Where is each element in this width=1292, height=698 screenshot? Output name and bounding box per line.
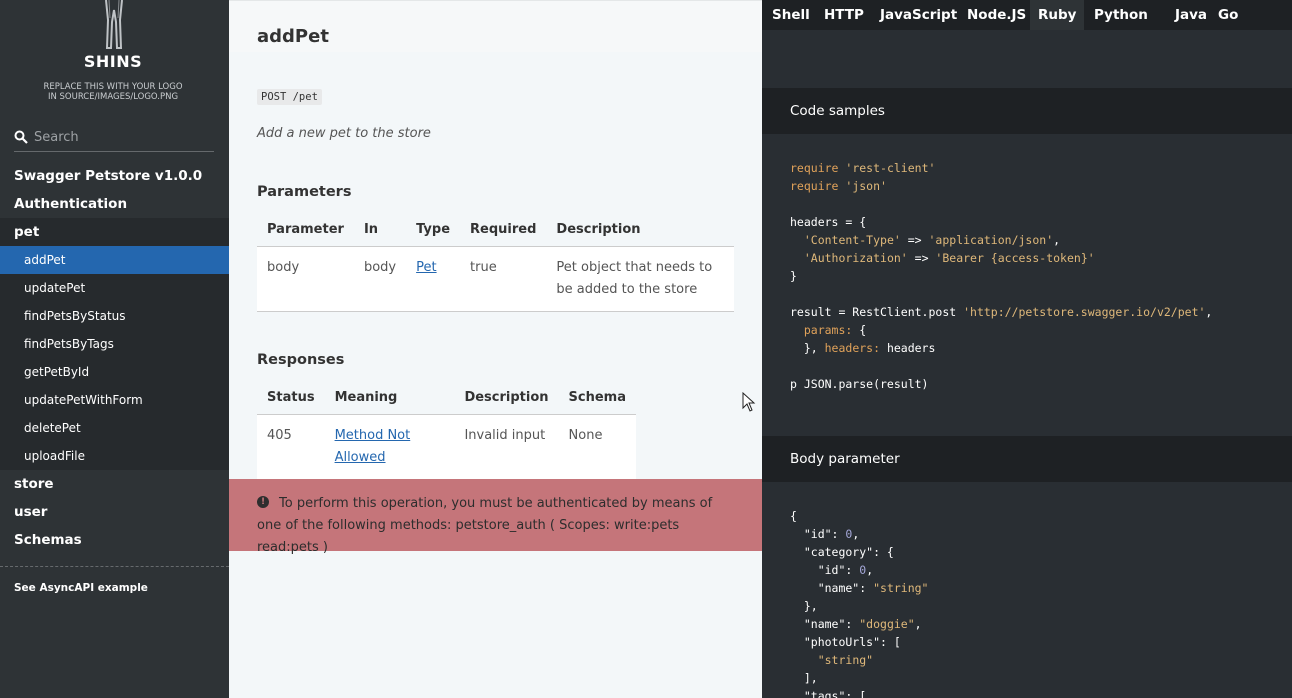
search-box bbox=[14, 126, 214, 152]
language-tabs: Shell HTTP JavaScript Node.JS Ruby Pytho… bbox=[762, 0, 1292, 30]
toc-schemas[interactable]: Schemas bbox=[0, 526, 229, 554]
param-description-cell: Pet object that needs to be added to the… bbox=[546, 246, 734, 312]
auth-notice: ! To perform this operation, you must be … bbox=[229, 479, 762, 555]
auth-notice-text: To perform this operation, you must be a… bbox=[257, 496, 713, 555]
code-panel: Shell HTTP JavaScript Node.JS Ruby Pytho… bbox=[762, 0, 1292, 698]
sidebar-divider bbox=[0, 566, 229, 567]
table-header-row: Parameter In Type Required Description bbox=[257, 214, 734, 247]
toc-item-getpetbyid[interactable]: getPetById bbox=[0, 358, 229, 386]
tab-javascript[interactable]: JavaScript bbox=[872, 0, 965, 30]
endpoint-path: POST /pet bbox=[257, 89, 322, 105]
endpoint-description: Add a new pet to the store bbox=[257, 126, 431, 141]
parameters-heading: Parameters bbox=[257, 184, 352, 200]
param-in-cell: body bbox=[353, 246, 407, 312]
table-header-row: Status Meaning Description Schema bbox=[257, 382, 636, 415]
toc-item-findpetsbystatus[interactable]: findPetsByStatus bbox=[0, 302, 229, 330]
column-header: Required bbox=[460, 214, 547, 247]
status-cell: 405 bbox=[257, 414, 325, 480]
responses-heading: Responses bbox=[257, 352, 345, 368]
toc-authentication[interactable]: Authentication bbox=[0, 190, 229, 218]
exclamation-icon: ! bbox=[257, 495, 269, 508]
logo: SHINS REPLACE THIS WITH YOUR LOGO IN SOU… bbox=[0, 0, 229, 110]
column-header: Status bbox=[257, 382, 325, 415]
method-not-allowed-link[interactable]: Method Not Allowed bbox=[335, 428, 411, 465]
column-header: Meaning bbox=[324, 382, 455, 415]
response-description-cell: Invalid input bbox=[454, 414, 559, 480]
param-required-cell: true bbox=[460, 246, 547, 312]
body-parameter-title: Body parameter bbox=[790, 451, 900, 467]
code-sample-block: require 'rest-client' require 'json' hea… bbox=[790, 161, 1213, 391]
toc-item-updatepetwithform[interactable]: updatePetWithForm bbox=[0, 386, 229, 414]
pet-type-link[interactable]: Pet bbox=[416, 260, 436, 275]
table-row: 405 Method Not Allowed Invalid input Non… bbox=[257, 414, 636, 480]
responses-table: Status Meaning Description Schema 405 Me… bbox=[257, 382, 636, 480]
toc-pet[interactable]: pet bbox=[0, 218, 229, 246]
param-name-cell: body bbox=[257, 246, 354, 312]
column-header: Description bbox=[546, 214, 734, 247]
mouse-cursor-icon bbox=[742, 392, 756, 412]
schema-cell: None bbox=[558, 414, 636, 480]
meaning-cell: Method Not Allowed bbox=[324, 414, 455, 480]
toc-item-uploadfile[interactable]: uploadFile bbox=[0, 442, 229, 470]
tab-go[interactable]: Go bbox=[1210, 0, 1246, 30]
toc-store[interactable]: store bbox=[0, 470, 229, 498]
tab-java[interactable]: Java bbox=[1167, 0, 1215, 30]
search-input[interactable] bbox=[34, 126, 212, 148]
toc-item-findpetsbytags[interactable]: findPetsByTags bbox=[0, 330, 229, 358]
toc-swagger-petstore[interactable]: Swagger Petstore v1.0.0 bbox=[0, 162, 229, 190]
tab-http[interactable]: HTTP bbox=[816, 0, 872, 30]
code-samples-title: Code samples bbox=[790, 103, 885, 119]
toc-user[interactable]: user bbox=[0, 498, 229, 526]
logo-figure-icon bbox=[105, 0, 123, 49]
toc-item-deletepet[interactable]: deletePet bbox=[0, 414, 229, 442]
main-content: addPet POST /pet Add a new pet to the st… bbox=[229, 0, 762, 698]
param-type-cell: Pet bbox=[406, 246, 461, 312]
page-title: addPet bbox=[257, 26, 329, 47]
toc-item-addpet[interactable]: addPet bbox=[0, 246, 229, 274]
column-header: Parameter bbox=[257, 214, 354, 247]
body-parameter-block: { "id": 0, "category": { "id": 0, "name"… bbox=[790, 509, 929, 698]
asyncapi-example-link[interactable]: See AsyncAPI example bbox=[14, 582, 148, 594]
column-header: Description bbox=[454, 382, 559, 415]
column-header: Type bbox=[406, 214, 461, 247]
tab-python[interactable]: Python bbox=[1086, 0, 1156, 30]
tab-shell[interactable]: Shell bbox=[764, 0, 818, 30]
sidebar: SHINS REPLACE THIS WITH YOUR LOGO IN SOU… bbox=[0, 0, 229, 698]
toc-pet-submenu: addPet updatePet findPetsByStatus findPe… bbox=[0, 246, 229, 470]
parameters-table: Parameter In Type Required Description b… bbox=[257, 214, 734, 312]
search-icon bbox=[14, 130, 28, 144]
logo-title: SHINS bbox=[83, 52, 143, 71]
table-row: body body Pet true Pet object that needs… bbox=[257, 246, 734, 312]
column-header: Schema bbox=[558, 382, 636, 415]
column-header: In bbox=[353, 214, 407, 247]
tab-nodejs[interactable]: Node.JS bbox=[959, 0, 1034, 30]
table-of-contents: Swagger Petstore v1.0.0 Authentication p… bbox=[0, 162, 229, 554]
toc-item-updatepet[interactable]: updatePet bbox=[0, 274, 229, 302]
logo-subtitle: REPLACE THIS WITH YOUR LOGO IN SOURCE/IM… bbox=[43, 82, 183, 102]
tab-ruby[interactable]: Ruby bbox=[1030, 0, 1085, 30]
